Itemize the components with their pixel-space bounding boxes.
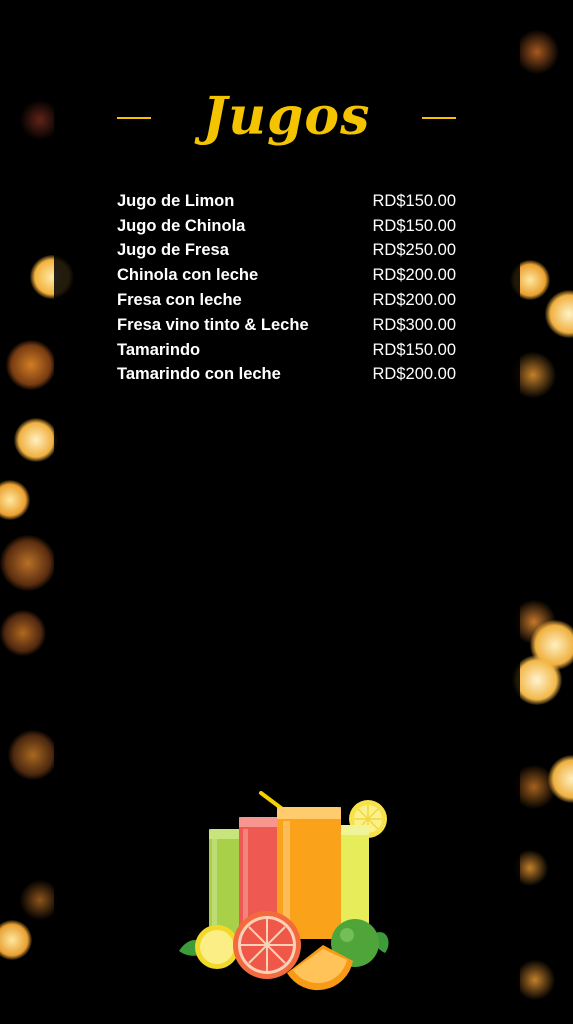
lemon-half-icon [195, 925, 239, 969]
menu-item: Fresa vino tinto & Leche RD$300.00 [117, 313, 456, 338]
menu-item-name: Jugo de Chinola [117, 216, 246, 235]
bokeh-light [8, 730, 58, 780]
menu-item: Jugo de Chinola RD$150.00 [117, 214, 456, 239]
menu-item-name: Fresa vino tinto & Leche [117, 315, 309, 334]
bokeh-light [0, 535, 56, 591]
bokeh-light [545, 290, 573, 338]
menu-item-price: RD$150.00 [372, 216, 456, 235]
bokeh-light [515, 960, 555, 1000]
bokeh-light [0, 920, 32, 960]
menu-item-price: RD$200.00 [372, 291, 456, 310]
menu-item-name: Jugo de Limon [117, 191, 235, 210]
menu-header: Jugos [117, 80, 456, 160]
menu-item-price: RD$200.00 [372, 365, 456, 384]
bokeh-light [0, 610, 46, 656]
lemon-juice-glass [337, 825, 369, 933]
menu-item: Jugo de Fresa RD$250.00 [117, 239, 456, 264]
menu-item-price: RD$200.00 [372, 266, 456, 285]
menu-item-price: RD$300.00 [372, 315, 456, 334]
menu-item-name: Chinola con leche [117, 266, 259, 285]
menu-item: Chinola con leche RD$200.00 [117, 263, 456, 288]
menu-item-name: Tamarindo [117, 340, 201, 359]
menu-item: Fresa con leche RD$200.00 [117, 288, 456, 313]
bokeh-light [6, 340, 56, 390]
menu-item-price: RD$250.00 [372, 241, 456, 260]
bokeh-light [0, 480, 30, 520]
green-juice-glass [209, 829, 243, 939]
menu-item-price: RD$150.00 [372, 191, 456, 210]
grapefruit-half-icon [233, 911, 301, 979]
juice-glasses-illustration [179, 791, 389, 991]
menu-item: Tamarindo RD$150.00 [117, 338, 456, 363]
menu-item-name: Tamarindo con leche [117, 365, 281, 384]
menu-item-price: RD$150.00 [372, 340, 456, 359]
menu-item-name: Jugo de Fresa [117, 241, 229, 260]
title-rule-right [422, 117, 456, 119]
bokeh-light [14, 418, 58, 462]
menu-list: Jugo de Limon RD$150.00 Jugo de Chinola … [117, 189, 456, 387]
menu-title: Jugos [202, 86, 371, 147]
menu-item-name: Fresa con leche [117, 291, 242, 310]
menu-item: Jugo de Limon RD$150.00 [117, 189, 456, 214]
bokeh-light [515, 30, 559, 74]
menu-item: Tamarindo con leche RD$200.00 [117, 363, 456, 388]
